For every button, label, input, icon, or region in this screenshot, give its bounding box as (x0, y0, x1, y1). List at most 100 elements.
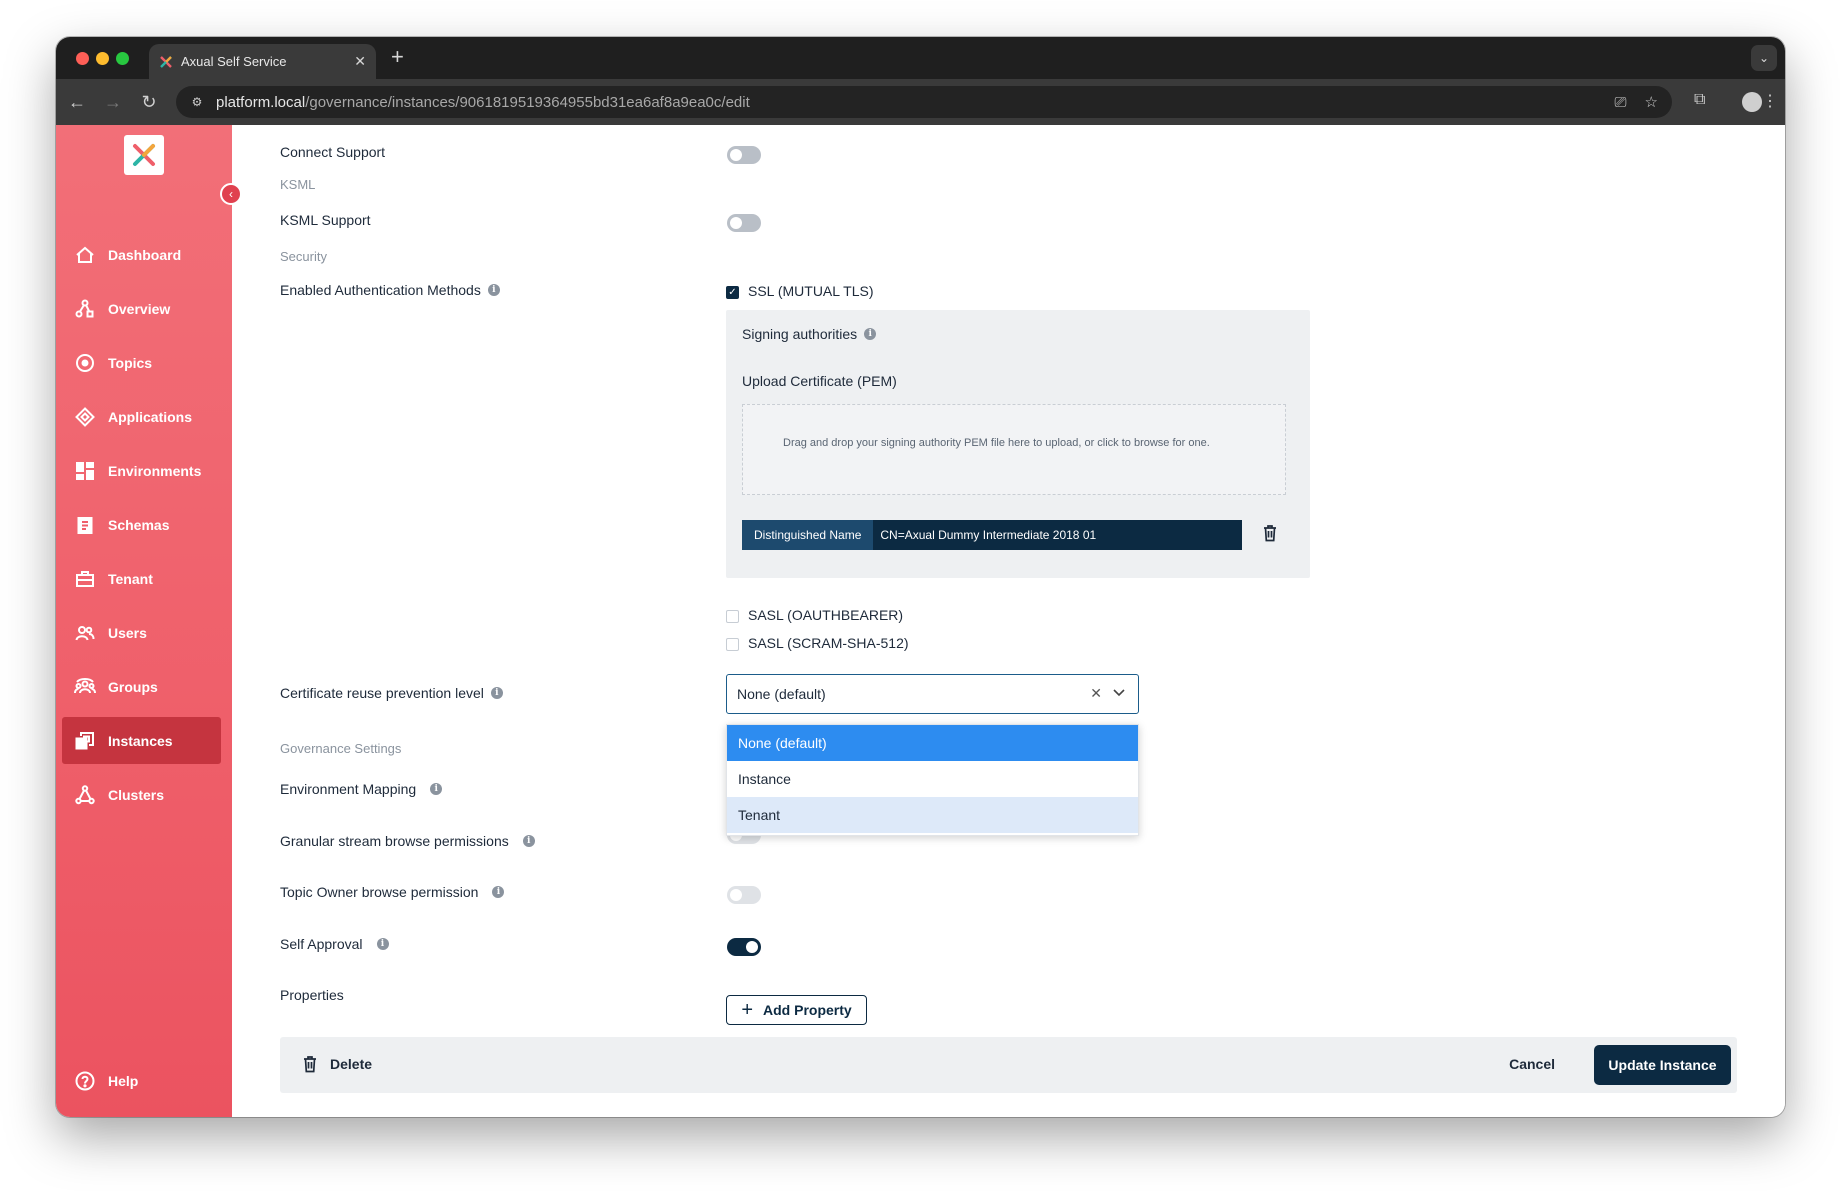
sasl-oauthbearer-label: SASL (OAUTHBEARER) (748, 607, 904, 623)
info-icon[interactable]: i (487, 284, 500, 296)
info-icon[interactable]: i (376, 938, 389, 950)
pem-dropzone[interactable]: Drag and drop your signing authority PEM… (742, 404, 1286, 495)
instances-icon (73, 729, 97, 753)
properties-label: Properties (280, 987, 344, 1003)
clear-selection-icon[interactable]: ✕ (1090, 685, 1102, 702)
delete-certificate-trash-icon[interactable] (1262, 524, 1278, 542)
upload-certificate-label: Upload Certificate (PEM) (742, 373, 897, 389)
browser-tab[interactable]: Axual Self Service ✕ (149, 44, 376, 79)
maximize-window-button[interactable] (116, 52, 129, 65)
edit-instance-form: Connect Support KSML KSML Support Securi… (232, 125, 1785, 1117)
sasl-scram-label: SASL (SCRAM-SHA-512) (748, 635, 909, 651)
info-icon[interactable]: i (864, 328, 877, 340)
site-info-icon[interactable]: ⚙ (186, 91, 208, 113)
sidebar-item-label: Applications (108, 408, 193, 425)
collapse-sidebar-chevron-icon[interactable]: ‹ (220, 183, 242, 205)
tab-search-icon[interactable]: ⌄ (1751, 45, 1777, 71)
chevron-down-icon[interactable] (1112, 685, 1126, 699)
home-icon (73, 243, 97, 267)
trash-icon (304, 1056, 316, 1073)
minimize-window-button[interactable] (96, 52, 109, 65)
option-none-default[interactable]: None (default) (727, 725, 1138, 761)
dn-key-label: Distinguished Name (742, 520, 874, 550)
axual-logo[interactable] (124, 135, 164, 175)
tab-strip: Axual Self Service ✕ + ⌄ (56, 37, 1785, 79)
sidebar-item-help[interactable]: Help (62, 1057, 221, 1104)
form-footer: Delete Cancel Update Instance (280, 1037, 1737, 1093)
close-window-button[interactable] (76, 52, 89, 65)
extensions-icon[interactable]: ⧉ (1694, 91, 1705, 109)
cert-reuse-select[interactable]: None (default) ✕ (726, 674, 1139, 714)
cert-reuse-dropdown-menu: None (default) Instance Tenant (726, 724, 1139, 836)
help-label: Help (108, 1072, 139, 1089)
sidebar-item-clusters[interactable]: Clusters (62, 771, 221, 818)
connect-support-toggle[interactable] (727, 146, 761, 164)
option-instance[interactable]: Instance (727, 761, 1138, 797)
add-property-button[interactable]: + Add Property (726, 995, 867, 1025)
bookmark-star-icon[interactable]: ☆ (1645, 93, 1658, 111)
info-icon[interactable]: i (490, 687, 503, 699)
tab-title: Axual Self Service (181, 54, 287, 69)
auth-methods-text: Enabled Authentication Methods (280, 282, 481, 298)
forward-icon[interactable]: → (102, 91, 124, 113)
sidebar-item-dashboard[interactable]: Dashboard (62, 231, 221, 278)
sidebar-item-label: Users (108, 624, 147, 641)
topic-owner-browse-text: Topic Owner browse permission (280, 884, 479, 900)
back-icon[interactable]: ← (66, 91, 88, 113)
info-icon[interactable]: i (430, 783, 443, 795)
sidebar-item-topics[interactable]: Topics (62, 339, 221, 386)
reload-icon[interactable]: ↻ (138, 91, 160, 113)
sidebar-item-schemas[interactable]: Schemas (62, 501, 221, 548)
ksml-section-title: KSML (280, 177, 316, 192)
profile-avatar-icon[interactable] (1742, 92, 1762, 112)
sidebar-item-label: Instances (108, 732, 173, 749)
sidebar-item-environments[interactable]: Environments (62, 447, 221, 494)
cancel-button[interactable]: Cancel (1509, 1056, 1555, 1072)
cert-reuse-text: Certificate reuse prevention level (280, 685, 484, 701)
signing-authorities-text: Signing authorities (742, 326, 858, 342)
delete-button[interactable]: Delete (302, 1055, 372, 1073)
sidebar-item-instances[interactable]: Instances (62, 717, 221, 764)
address-bar[interactable]: ⚙ platform.local/governance/instances/90… (176, 86, 1672, 118)
tenant-icon (73, 567, 97, 591)
self-approval-toggle[interactable] (727, 938, 761, 956)
info-icon[interactable]: i (492, 886, 505, 898)
sidebar-item-tenant[interactable]: Tenant (62, 555, 221, 602)
topic-owner-browse-label: Topic Owner browse permission i (280, 884, 505, 900)
ksml-support-label: KSML Support (280, 212, 371, 228)
omnibox-actions: ⎚ ☆ (1615, 86, 1672, 118)
info-icon[interactable]: i (522, 835, 535, 847)
add-property-label: Add Property (763, 1002, 852, 1018)
topic-owner-browse-toggle[interactable] (727, 886, 761, 904)
sidebar-item-label: Groups (108, 678, 158, 695)
install-app-icon[interactable]: ⎚ (1615, 94, 1627, 111)
env-mapping-text: Environment Mapping (280, 781, 417, 797)
sidebar-item-applications[interactable]: Applications (62, 393, 221, 440)
sidebar-item-label: Environments (108, 462, 202, 479)
option-tenant[interactable]: Tenant (727, 797, 1138, 833)
sidebar-item-users[interactable]: Users (62, 609, 221, 656)
browser-toolbar: ← → ↻ ⚙ platform.local/governance/instan… (56, 79, 1785, 125)
signing-authorities-label: Signing authorities i (742, 326, 877, 342)
browser-menu-icon[interactable]: ⋮ (1762, 91, 1778, 111)
sidebar-item-label: Schemas (108, 516, 170, 533)
ssl-checkbox[interactable]: ✓ (726, 286, 739, 299)
ksml-support-toggle[interactable] (727, 214, 761, 232)
update-instance-button[interactable]: Update Instance (1594, 1045, 1731, 1085)
sidebar-item-overview[interactable]: Overview (62, 285, 221, 332)
connect-support-label: Connect Support (280, 144, 386, 160)
url-path: /governance/instances/9061819519364955bd… (305, 93, 750, 111)
sidebar-item-label: Overview (108, 300, 171, 317)
new-tab-icon[interactable]: + (391, 46, 404, 68)
cert-reuse-label: Certificate reuse prevention level i (280, 685, 503, 701)
axual-logo-icon (133, 144, 155, 166)
sidebar-item-groups[interactable]: Groups (62, 663, 221, 710)
env-mapping-label: Environment Mapping i (280, 781, 443, 797)
sasl-oauthbearer-checkbox[interactable] (726, 610, 739, 623)
help-icon (73, 1069, 97, 1093)
tab-close-icon[interactable]: ✕ (354, 53, 366, 70)
sidebar-item-label: Topics (108, 354, 153, 371)
governance-section-title: Governance Settings (280, 741, 402, 756)
ssl-option-label: SSL (MUTUAL TLS) (748, 283, 874, 299)
sasl-scram-checkbox[interactable] (726, 638, 739, 651)
